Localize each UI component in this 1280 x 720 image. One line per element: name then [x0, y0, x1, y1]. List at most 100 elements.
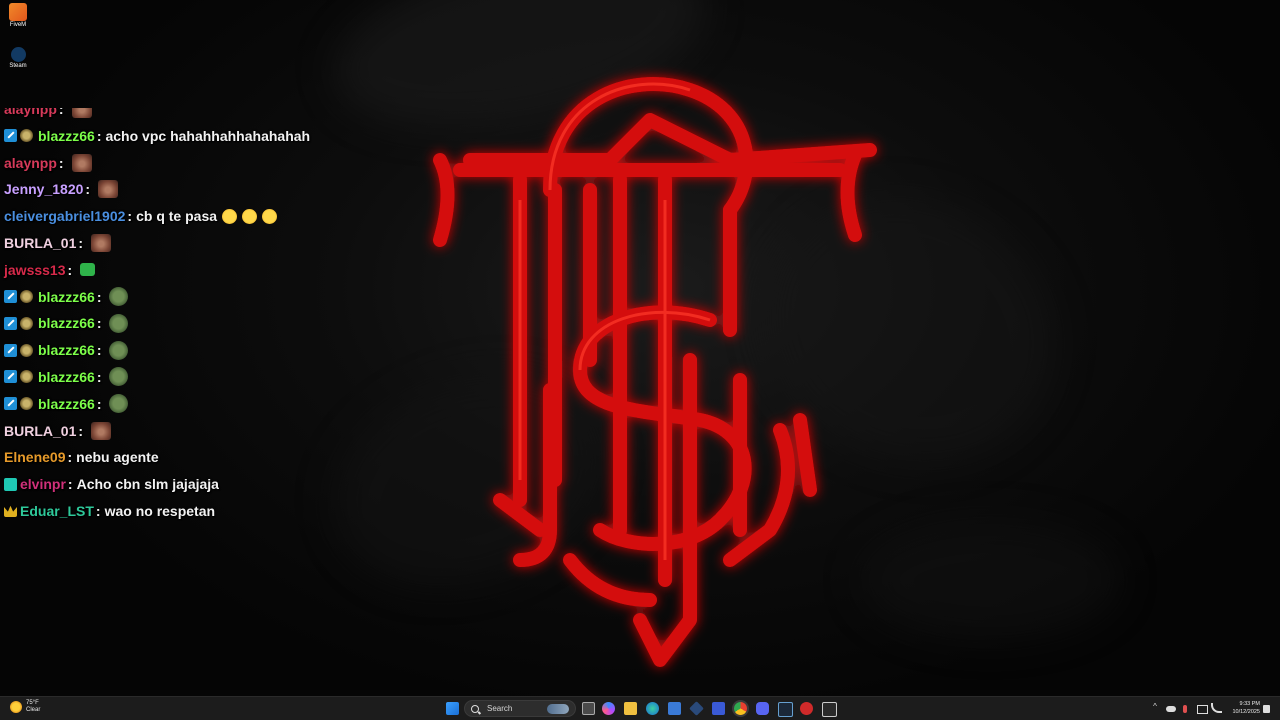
- chat-message: BURLA_01 :: [4, 420, 112, 442]
- app-icon[interactable]: [822, 702, 837, 717]
- task-view-icon[interactable]: [582, 702, 595, 715]
- wallpaper-monogram-logo: [433, 77, 877, 667]
- green-emote-icon: [80, 263, 96, 277]
- chat-separator: :: [67, 449, 73, 466]
- chat-message: alaynpp :: [4, 108, 92, 120]
- chat-username[interactable]: jawsss13: [4, 262, 66, 278]
- discord-icon[interactable]: [756, 702, 769, 715]
- desktop: FiveM Steam alaynpp : blazzz66 : acho vpc …: [0, 0, 1280, 720]
- frog-emote-icon: [109, 367, 129, 387]
- chat-message: Eduar_LST : wao no respetan: [4, 500, 215, 522]
- chat-message: blazzz66 :: [4, 312, 129, 334]
- gift-badge-icon: [20, 343, 33, 357]
- gift-badge-icon: [20, 290, 33, 304]
- chat-message: BURLA_01 :: [4, 232, 112, 254]
- chat-message: alaynpp :: [4, 152, 92, 174]
- steam-icon[interactable]: [778, 702, 793, 717]
- start-icon[interactable]: [446, 702, 459, 715]
- gift-badge-icon: [20, 316, 33, 330]
- chrome-icon[interactable]: [734, 702, 747, 715]
- clock-time: 9:33 PM: [1239, 701, 1260, 707]
- chat-separator: :: [96, 127, 102, 144]
- edge-icon[interactable]: [646, 702, 659, 715]
- frog-emote-icon: [109, 394, 129, 414]
- moderator-badge-icon: [4, 290, 17, 304]
- chat-separator: :: [78, 234, 84, 251]
- desktop-shortcut-steam[interactable]: Steam: [4, 47, 32, 70]
- chat-username[interactable]: cleivergabriel1902: [4, 208, 125, 224]
- chat-separator: :: [67, 476, 73, 493]
- store-icon[interactable]: [668, 702, 681, 715]
- chat-message: jawsss13 :: [4, 259, 96, 281]
- chat-username[interactable]: Eduar_LST: [20, 503, 94, 519]
- chat-message-text: nebu agente: [76, 449, 159, 466]
- chat-separator: :: [78, 422, 84, 439]
- display-icon[interactable]: [1197, 705, 1208, 714]
- chat-message: blazzz66 : acho vpc hahahhahhahahahah: [4, 125, 310, 147]
- chat-separator: :: [58, 154, 64, 171]
- chat-separator: :: [58, 108, 64, 117]
- chat-username[interactable]: alaynpp: [4, 108, 57, 117]
- chat-username[interactable]: Elnene09: [4, 449, 65, 465]
- face-emote-icon: [91, 233, 112, 252]
- gift-badge-icon: [20, 129, 33, 143]
- chat-message-text: wao no respetan: [104, 502, 216, 519]
- chevron-up-icon[interactable]: ^: [1151, 703, 1159, 711]
- weather-condition: Clear: [26, 707, 41, 713]
- chat-username[interactable]: BURLA_01: [4, 423, 76, 439]
- gift-badge-icon: [20, 397, 33, 411]
- chat-username[interactable]: BURLA_01: [4, 235, 76, 251]
- frog-emote-icon: [109, 287, 129, 307]
- weather-widget[interactable]: 75°F Clear: [10, 700, 40, 714]
- chat-separator: :: [96, 395, 102, 412]
- chat-message: cleivergabriel1902 : cb q te pasa: [4, 205, 278, 227]
- chat-overlay: alaynpp : blazzz66 : acho vpc hahahhahhaha…: [0, 108, 360, 538]
- chat-username[interactable]: blazzz66: [38, 342, 95, 358]
- cloud-icon[interactable]: [1166, 706, 1176, 712]
- chat-username[interactable]: elvinpr: [20, 476, 66, 492]
- chat-username[interactable]: blazzz66: [38, 289, 95, 305]
- gift-badge-icon: [20, 370, 33, 384]
- chat-message: Elnene09 : nebu agente: [4, 446, 159, 468]
- chat-message: blazzz66 :: [4, 286, 129, 308]
- steam-icon: [10, 47, 26, 62]
- desktop-shortcut-label: FiveM: [9, 22, 27, 28]
- weather-temperature: 75°F: [26, 700, 39, 706]
- moderator-badge-icon: [4, 370, 17, 384]
- chat-separator: :: [96, 368, 102, 385]
- chat-message: elvinpr : Acho cbn slm jajajaja: [4, 473, 219, 495]
- chat-separator: :: [67, 261, 73, 278]
- prime-badge-icon: [4, 477, 17, 491]
- speaker-icon[interactable]: [1211, 703, 1222, 713]
- chat-username[interactable]: Jenny_1820: [4, 181, 83, 197]
- chat-message: blazzz66 :: [4, 366, 129, 388]
- file-explorer-icon[interactable]: [624, 702, 637, 715]
- app-icon[interactable]: [800, 702, 813, 715]
- chat-separator: :: [95, 502, 101, 519]
- app-icon[interactable]: [689, 701, 704, 716]
- face-emote-icon: [71, 153, 92, 172]
- chat-message: blazzz66 :: [4, 393, 129, 415]
- notification-bell-icon[interactable]: [1263, 705, 1270, 713]
- chat-username[interactable]: alaynpp: [4, 155, 57, 171]
- taskbar: 75°F Clear Search ^ 9:33 PM 10/12/2025: [0, 696, 1280, 720]
- face-emote-icon: [91, 421, 112, 440]
- moderator-badge-icon: [4, 129, 17, 143]
- chat-username[interactable]: blazzz66: [38, 315, 95, 331]
- chat-message: blazzz66 :: [4, 339, 129, 361]
- taskbar-clock[interactable]: 9:33 PM 10/12/2025: [1224, 700, 1260, 716]
- chat-message: Jenny_1820 :: [4, 178, 119, 200]
- microphone-icon[interactable]: [1183, 705, 1187, 713]
- taskbar-search-box[interactable]: Search: [464, 700, 576, 717]
- frog-emote-icon: [109, 340, 129, 360]
- fivem-icon: [9, 3, 27, 21]
- chat-username[interactable]: blazzz66: [38, 369, 95, 385]
- copilot-icon[interactable]: [602, 702, 615, 715]
- moderator-badge-icon: [4, 316, 17, 330]
- chat-message-text: cb q te pasa: [136, 208, 218, 225]
- desktop-shortcut-fivem[interactable]: FiveM: [4, 3, 32, 29]
- chat-username[interactable]: blazzz66: [38, 396, 95, 412]
- chat-username[interactable]: blazzz66: [38, 128, 95, 144]
- crown-badge-icon: [4, 505, 17, 518]
- app-icon[interactable]: [712, 702, 725, 715]
